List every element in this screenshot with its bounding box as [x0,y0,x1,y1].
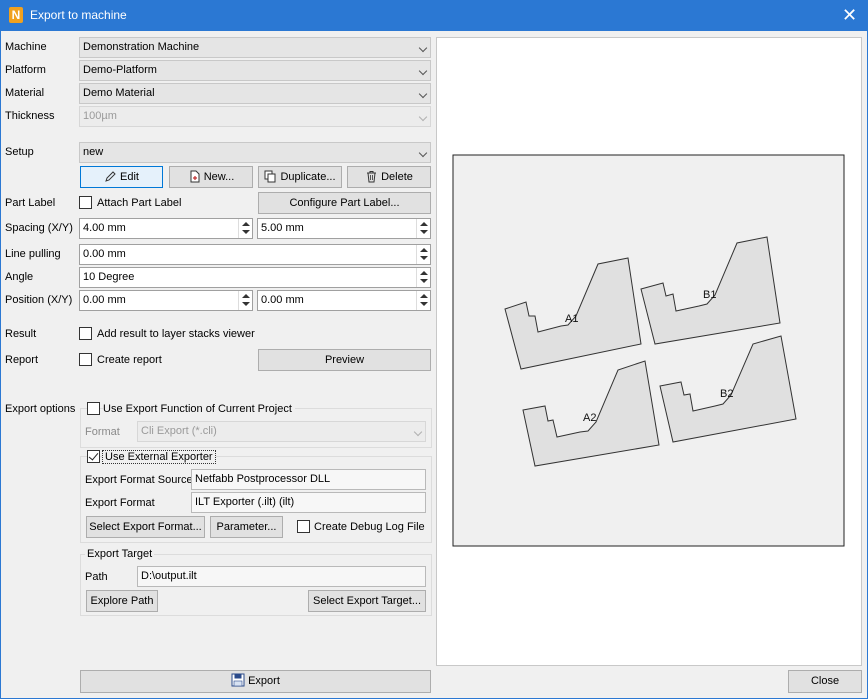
use-external-exporter-text: Use External Exporter [102,450,216,464]
path-field: D:\output.ilt [137,566,426,587]
use-project-export-checkbox[interactable] [87,402,100,415]
path-label: Path [85,571,108,583]
export-button[interactable]: Export [80,670,431,693]
setup-label: Setup [5,146,34,158]
spin-arrows-icon[interactable] [416,219,430,238]
setup-value: new [83,146,104,158]
line-pulling-input[interactable]: 0.00 mm [79,244,431,265]
attach-part-label-checkbox[interactable] [79,196,92,209]
build-plate-preview: A1 B1 A2 B2 [452,154,845,547]
delete-setup-button[interactable]: Delete [347,166,431,188]
new-document-icon [190,170,200,183]
material-select[interactable]: Demo Material [79,83,431,104]
debug-log-text: Create Debug Log File [314,521,425,533]
title-bar: N Export to machine ✕ [0,0,868,31]
format-select: Cli Export (*.cli) [137,421,426,442]
parameter-button[interactable]: Parameter... [210,516,283,538]
export-target-label: Export Target [85,548,155,560]
chevron-down-icon [418,89,428,99]
part-label-b1: B1 [703,289,716,301]
thickness-value: 100µm [83,110,117,122]
window-close-icon[interactable]: ✕ [842,5,857,25]
add-result-text: Add result to layer stacks viewer [97,328,255,340]
spacing-label: Spacing (X/Y) [5,222,73,234]
chevron-down-icon [418,148,428,158]
export-format-label: Export Format [85,497,155,509]
app-logo-icon: N [9,7,23,23]
part-label-a2: A2 [583,412,596,424]
explore-path-button[interactable]: Explore Path [86,590,158,612]
trash-icon [367,171,377,183]
attach-part-label-text: Attach Part Label [97,197,182,209]
chevron-down-icon [413,427,423,437]
material-value: Demo Material [83,87,155,99]
select-export-format-button[interactable]: Select Export Format... [86,516,205,538]
spacing-x-input[interactable]: 4.00 mm [79,218,253,239]
position-x-input[interactable]: 0.00 mm [79,290,253,311]
report-label: Report [5,354,39,366]
material-label: Material [5,87,45,99]
platform-value: Demo-Platform [83,64,157,76]
export-format-source-label: Export Format Source [85,474,193,486]
position-label: Position (X/Y) [5,294,73,306]
machine-value: Demonstration Machine [83,41,200,53]
use-project-export-text: Use Export Function of Current Project [103,403,295,415]
result-label: Result [5,328,37,340]
angle-label: Angle [5,271,34,283]
edit-button[interactable]: Edit [80,166,163,188]
debug-log-checkbox[interactable] [297,520,310,533]
spin-arrows-icon[interactable] [416,291,430,310]
preview-panel: A1 B1 A2 B2 [436,37,862,666]
part-label-label: Part Label [5,197,56,209]
new-setup-button[interactable]: New... [169,166,253,188]
copy-icon [264,170,276,183]
pencil-icon [105,171,116,182]
select-export-target-button[interactable]: Select Export Target... [308,590,426,612]
export-format-field: ILT Exporter (.ilt) (ilt) [191,492,426,513]
window-title: Export to machine [30,8,127,22]
spin-arrows-icon[interactable] [238,291,252,310]
chevron-down-icon [418,66,428,76]
duplicate-setup-button[interactable]: Duplicate... [258,166,342,188]
configure-part-label-button[interactable]: Configure Part Label... [258,192,431,214]
part-label-b2: B2 [720,388,733,400]
machine-select[interactable]: Demonstration Machine [79,37,431,58]
spin-arrows-icon[interactable] [416,245,430,264]
platform-label: Platform [5,64,46,76]
chevron-down-icon [418,112,428,122]
preview-button[interactable]: Preview [258,349,431,371]
spacing-y-input[interactable]: 5.00 mm [257,218,431,239]
thickness-label: Thickness [5,110,55,122]
position-y-input[interactable]: 0.00 mm [257,290,431,311]
angle-input[interactable]: 10 Degree [79,267,431,288]
machine-label: Machine [5,41,47,53]
export-options-label: Export options [5,403,76,415]
platform-select[interactable]: Demo-Platform [79,60,431,81]
chevron-down-icon [418,43,428,53]
spin-arrows-icon[interactable] [416,268,430,287]
create-report-checkbox[interactable] [79,353,92,366]
close-button[interactable]: Close [788,670,862,693]
setup-select[interactable]: new [79,142,431,163]
build-plate [452,154,845,547]
format-label: Format [85,426,120,438]
save-disk-icon [231,673,245,687]
thickness-select: 100µm [79,106,431,127]
part-label-a1: A1 [565,313,578,325]
use-external-exporter-checkbox[interactable] [87,450,100,463]
line-pulling-label: Line pulling [5,248,61,260]
spin-arrows-icon[interactable] [238,219,252,238]
export-format-source-field: Netfabb Postprocessor DLL [191,469,426,490]
create-report-text: Create report [97,354,162,366]
add-result-checkbox[interactable] [79,327,92,340]
